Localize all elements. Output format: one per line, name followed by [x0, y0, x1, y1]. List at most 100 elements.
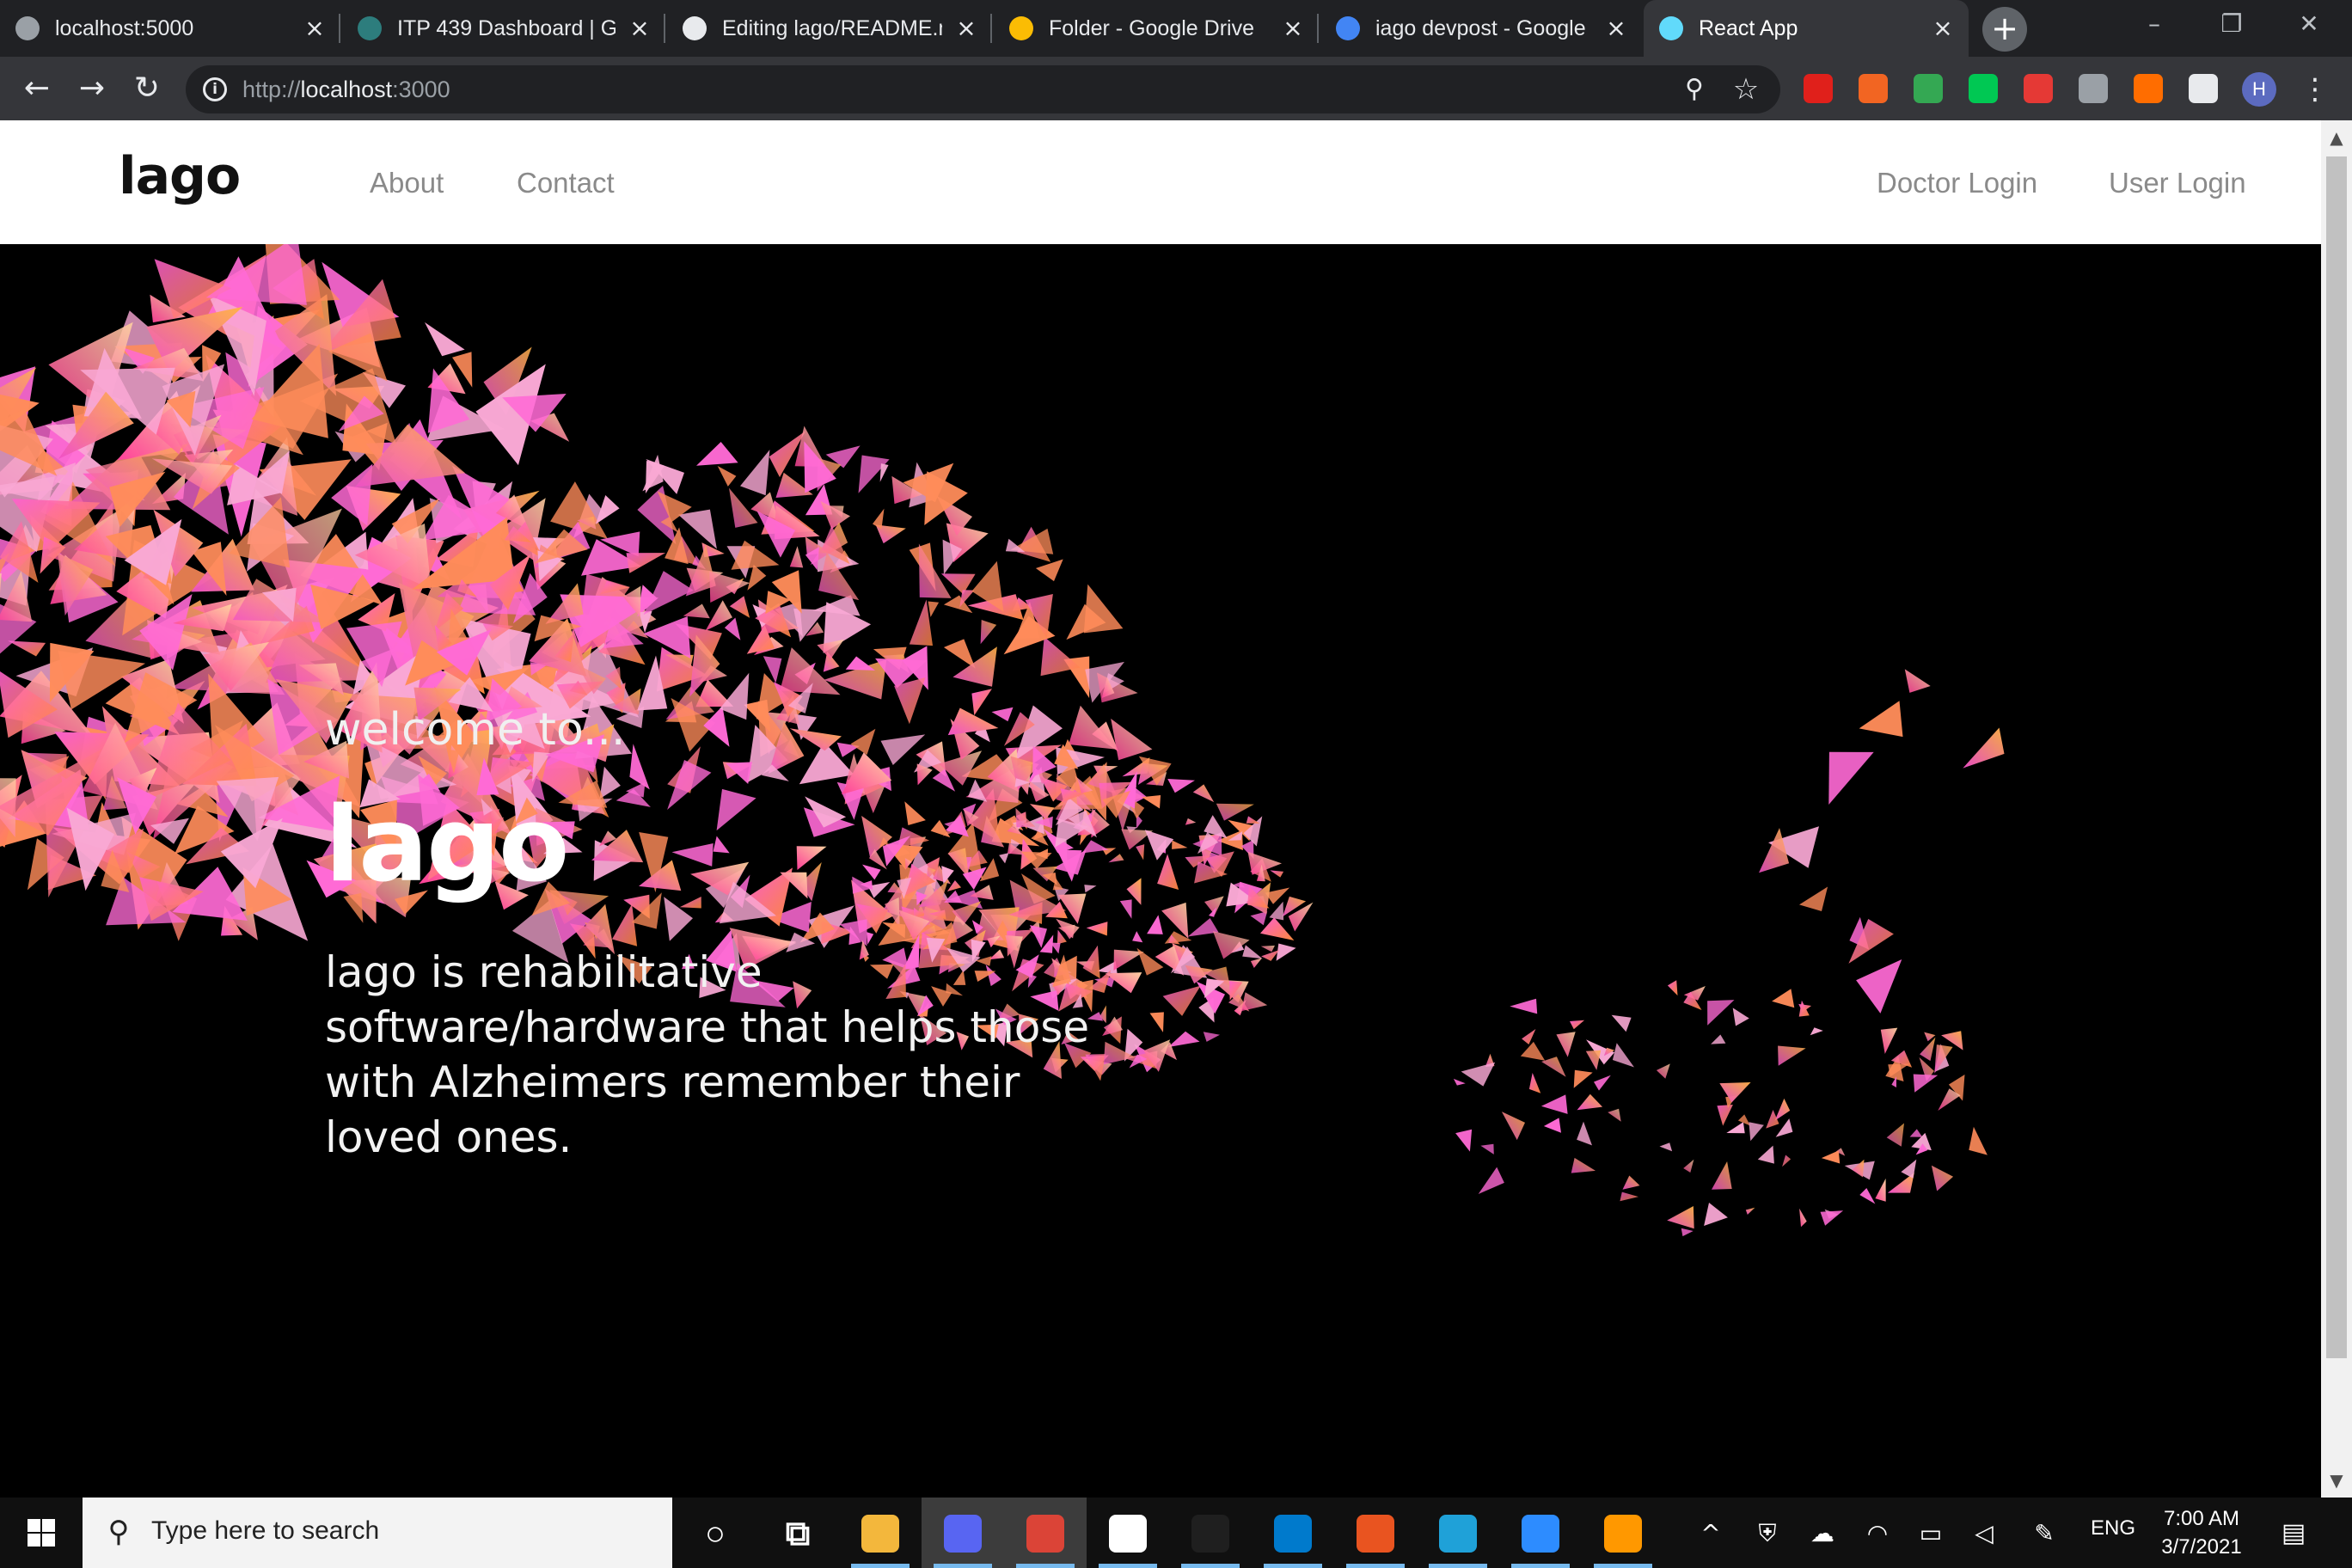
flock-particle [696, 442, 738, 466]
input-language-indicator[interactable]: ENG [2091, 1516, 2135, 1540]
edge-taskbar-button[interactable] [1417, 1498, 1499, 1568]
forward-icon[interactable]: → [72, 69, 112, 108]
site-info-icon[interactable]: i [203, 77, 227, 101]
sublime-text-taskbar-button[interactable] [1582, 1498, 1664, 1568]
nav-link-doctor-login[interactable]: Doctor Login [1877, 167, 2037, 199]
start-button[interactable] [0, 1498, 83, 1568]
pen-workspace-icon[interactable]: ✎ [2027, 1518, 2061, 1549]
flock-particle [1276, 943, 1296, 961]
nav-link-about[interactable]: About [370, 167, 444, 199]
checkmark-extension-icon[interactable] [2079, 74, 2108, 103]
browser-tab[interactable]: ITP 439 Dashboard | Gra × [342, 0, 665, 57]
puzzle-extensions-icon[interactable] [2189, 74, 2218, 103]
flock-particle [1667, 980, 1678, 996]
close-tab-icon[interactable]: × [626, 15, 653, 42]
close-tab-icon[interactable]: × [301, 15, 328, 42]
site-brand-logo[interactable]: lago [119, 146, 241, 206]
flock-particle [1659, 1142, 1673, 1152]
flock-particle [1097, 672, 1138, 703]
close-tab-icon[interactable]: × [1602, 15, 1630, 42]
browser-tab[interactable]: iago devpost - Google D × [1320, 0, 1642, 57]
task-view-taskbar-button[interactable]: ⧉ [756, 1498, 839, 1568]
flock-particle [1622, 1175, 1640, 1190]
security-tray-icon[interactable]: ⛨ [1750, 1518, 1785, 1549]
volume-muted-icon[interactable]: ◁ [1967, 1518, 2001, 1549]
slack-taskbar-button[interactable] [1087, 1498, 1169, 1568]
new-tab-button[interactable]: + [1982, 7, 2027, 52]
gradescope-icon [358, 16, 382, 40]
browser-tab[interactable]: localhost:5000 × [0, 0, 340, 57]
flock-particle [991, 707, 1014, 722]
address-bar[interactable]: i http://localhost:3000 ⚲ ☆ [186, 65, 1780, 113]
flock-particle [1246, 816, 1260, 824]
flock-particle [1778, 1045, 1806, 1066]
flock-particle [1136, 947, 1164, 976]
close-window-button[interactable]: ✕ [2283, 7, 2335, 41]
browser-tab[interactable]: Folder - Google Drive × [994, 0, 1319, 57]
flock-particle [1167, 1031, 1200, 1048]
bookmark-star-icon[interactable]: ☆ [1729, 72, 1763, 107]
flock-particle [1540, 1094, 1568, 1114]
zoom-icon[interactable]: ⚲ [1679, 74, 1710, 105]
flock-particle [1543, 1118, 1561, 1133]
mail-extension-icon[interactable] [1914, 74, 1943, 103]
file-explorer-taskbar-button[interactable] [839, 1498, 922, 1568]
flock-particle [1759, 828, 1790, 873]
flock-particle [1528, 1073, 1541, 1093]
play-extension-icon[interactable] [1969, 74, 1998, 103]
flock-particle [1821, 1150, 1841, 1164]
chrome-taskbar-button[interactable] [1004, 1498, 1087, 1568]
adblock-extension-icon[interactable] [1804, 74, 1833, 103]
ubuntu-taskbar-button[interactable] [1334, 1498, 1417, 1568]
restore-window-button[interactable]: ❐ [2206, 7, 2257, 41]
terminal-taskbar-button[interactable] [1169, 1498, 1252, 1568]
close-tab-icon[interactable]: × [1279, 15, 1307, 42]
flock-particle [1149, 1012, 1164, 1032]
flock-particle [999, 853, 1009, 864]
browser-tab[interactable]: Editing lago/README.m × [667, 0, 992, 57]
flock-particle [789, 546, 804, 568]
flock-particle [928, 601, 940, 617]
flock-particle [8, 640, 46, 657]
discord-taskbar-button[interactable] [922, 1498, 1004, 1568]
flock-particle [1573, 1069, 1593, 1088]
close-tab-icon[interactable]: × [1929, 15, 1957, 42]
taskbar-clock[interactable]: 7:00 AM 3/7/2021 [2146, 1504, 2257, 1561]
scroll-up-arrow-icon[interactable]: ▲ [2321, 122, 2352, 153]
scroll-down-arrow-icon[interactable]: ▼ [2321, 1465, 2352, 1496]
browser-tab[interactable]: React App × [1644, 0, 1969, 57]
vscode-taskbar-button[interactable] [1252, 1498, 1334, 1568]
on-toggle-extension-icon[interactable] [2134, 74, 2163, 103]
zoom-taskbar-button[interactable] [1499, 1498, 1582, 1568]
brave-shield-extension-icon[interactable] [1859, 74, 1888, 103]
tp-extension-icon[interactable] [2024, 74, 2053, 103]
show-hidden-icons-chevron-icon[interactable]: ^ [1695, 1518, 1726, 1549]
google-docs-icon [1336, 16, 1360, 40]
file-explorer-icon [861, 1515, 899, 1553]
battery-icon[interactable]: ▭ [1914, 1518, 1948, 1549]
flock-particle [1270, 870, 1284, 878]
back-icon[interactable]: ← [17, 69, 57, 108]
scrollbar-thumb[interactable] [2326, 156, 2347, 1358]
page-viewport: lago About Contact Doctor Login User Log… [0, 120, 2321, 1498]
taskbar-search-box[interactable]: ⚲ Type here to search [83, 1498, 672, 1568]
cortana-taskbar-button[interactable]: ○ [674, 1498, 756, 1568]
onedrive-tray-icon[interactable]: ☁ [1805, 1518, 1840, 1549]
address-url[interactable]: http://localhost:3000 [242, 74, 450, 105]
nav-link-contact[interactable]: Contact [517, 167, 615, 199]
minimize-window-button[interactable]: – [2128, 7, 2180, 41]
flock-particle [1820, 1210, 1844, 1226]
nav-link-user-login[interactable]: User Login [2109, 167, 2246, 199]
flock-particle [626, 553, 666, 573]
flock-particle [817, 639, 844, 660]
chrome-menu-icon[interactable]: ⋮ [2300, 70, 2330, 108]
action-center-icon[interactable]: ▤ [2276, 1518, 2311, 1549]
globe-icon [15, 16, 40, 40]
flock-particle [971, 689, 992, 716]
close-tab-icon[interactable]: × [952, 15, 980, 42]
wifi-icon[interactable]: ◠ [1860, 1518, 1895, 1549]
slack-icon [1109, 1515, 1147, 1553]
page-scrollbar[interactable]: ▲ ▼ [2321, 120, 2352, 1498]
profile-avatar[interactable]: H [2242, 72, 2276, 107]
reload-icon[interactable]: ↻ [127, 69, 167, 108]
